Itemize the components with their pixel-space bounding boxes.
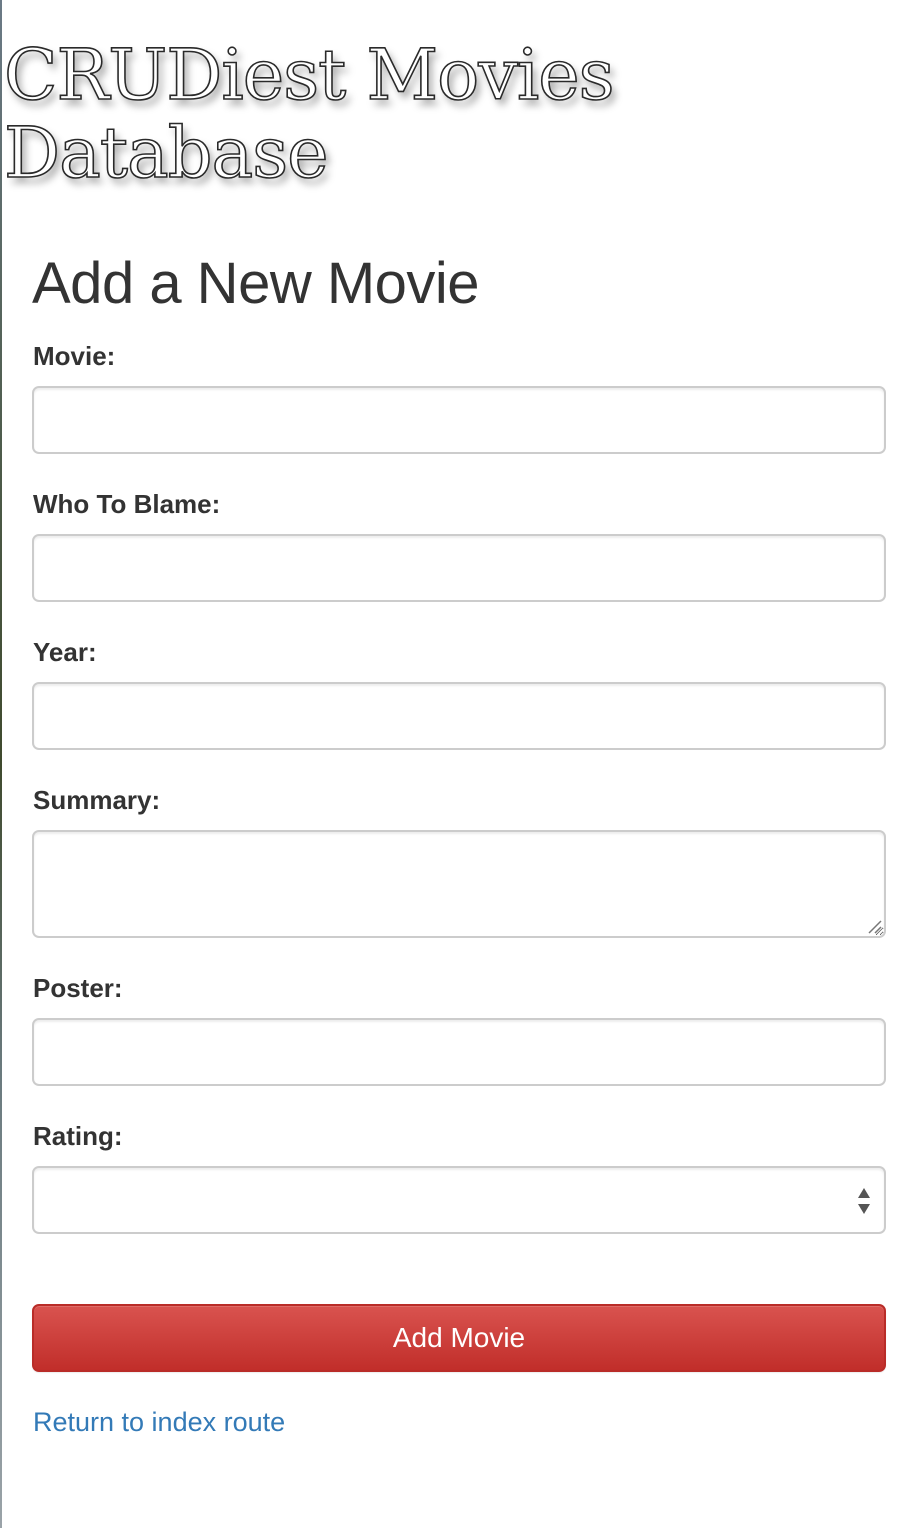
who-to-blame-input[interactable] xyxy=(32,534,886,602)
site-title-line1: CRUDiest Movies xyxy=(3,34,615,116)
poster-label: Poster: xyxy=(33,973,123,1003)
page: CRUDiest Movies Database Add a New Movie… xyxy=(0,0,902,1528)
rating-select[interactable] xyxy=(32,1166,886,1234)
who-to-blame-label: Who To Blame: xyxy=(33,489,221,519)
site-title-line2: Database xyxy=(3,112,329,194)
return-to-index-link[interactable]: Return to index route xyxy=(33,1406,285,1438)
rating-label: Rating: xyxy=(33,1121,123,1151)
movie-label: Movie: xyxy=(33,341,116,371)
window-edge xyxy=(0,0,2,1528)
summary-textarea[interactable] xyxy=(32,830,886,938)
form-heading: Add a New Movie xyxy=(32,251,480,316)
year-input[interactable] xyxy=(32,682,886,750)
resize-grip-icon[interactable] xyxy=(866,918,882,934)
add-movie-button[interactable]: Add Movie xyxy=(32,1304,886,1372)
site-title: CRUDiest Movies Database xyxy=(3,34,615,194)
summary-label: Summary: xyxy=(33,785,161,815)
movie-input[interactable] xyxy=(32,386,886,454)
year-label: Year: xyxy=(33,637,97,667)
select-updown-arrows-icon xyxy=(858,1188,870,1214)
poster-input[interactable] xyxy=(32,1018,886,1086)
